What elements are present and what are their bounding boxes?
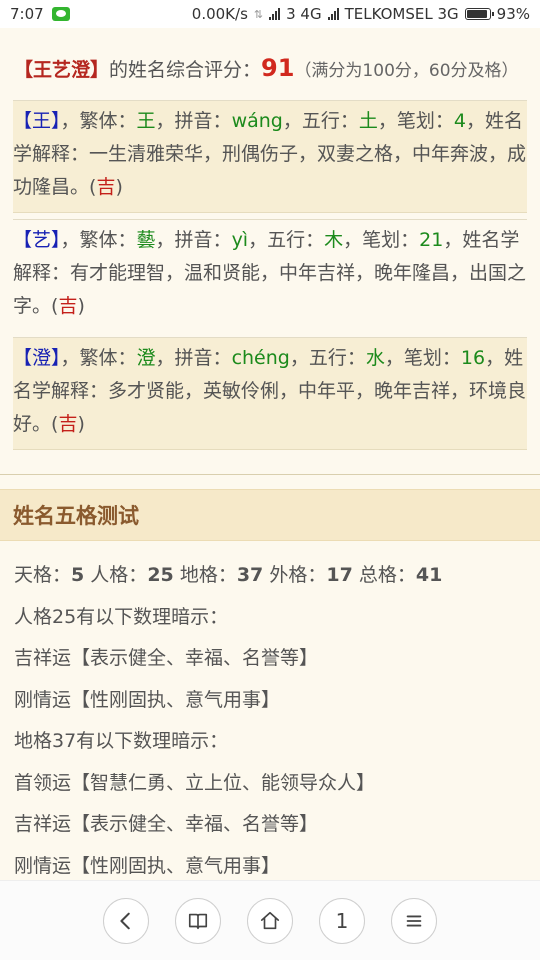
char-block-wang: 【王】，繁体：王，拼音：wáng，五行：土，笔划：4，姓名学解释：一生清雅荣华，…	[13, 100, 527, 213]
home-button[interactable]	[247, 897, 293, 944]
luck-value: 吉	[96, 176, 116, 198]
page-content[interactable]: 【王艺澄】的姓名综合评分：91（满分为100分，60分及格） 【王】，繁体：王，…	[0, 28, 540, 880]
menu-button[interactable]	[391, 897, 437, 944]
signal-icon	[269, 8, 281, 20]
separator: ，	[466, 110, 486, 132]
luck-value: 吉	[58, 295, 78, 317]
pinyin-value: chéng	[231, 347, 290, 369]
bookmarks-button[interactable]	[175, 897, 221, 944]
chevron-left-icon	[120, 912, 130, 929]
status-time: 7:07	[10, 5, 44, 23]
score-summary: 【王艺澄】的姓名综合评分：91（满分为100分，60分及格）	[0, 28, 540, 94]
trad-char: 澄	[136, 347, 156, 369]
wuxing-label: ，五行：	[248, 229, 325, 251]
data-arrows-icon: ⇅	[253, 7, 264, 21]
char-block-yi: 【艺】，繁体：藝，拼音：yì，五行：木，笔划：21，姓名学解释：有才能理智，温和…	[13, 219, 527, 331]
wuge-section: 天格：5 人格：25 地格：37 外格：17 总格：41 人格25有以下数理暗示…	[0, 541, 540, 880]
trad-char: 藝	[136, 229, 156, 251]
wuxing-value: 木	[324, 229, 344, 251]
trad-char: 王	[136, 110, 156, 132]
bihua-value: 4	[453, 110, 466, 132]
tian-label: 天格：	[14, 564, 72, 586]
carrier-name: TELKOMSEL 3G	[344, 5, 459, 23]
wuxing-label: ，五行：	[289, 347, 366, 369]
signal-icon-2	[327, 8, 339, 20]
wuge-section-title: 姓名五格测试	[0, 489, 540, 541]
separator: ，	[485, 347, 505, 369]
wai-label: 外格：	[269, 564, 327, 586]
battery-icon	[464, 8, 494, 20]
score-label: 的姓名综合评分：	[109, 59, 262, 81]
char-bracket: 【王】	[13, 110, 61, 132]
pinyin-label: ，拼音：	[155, 229, 232, 251]
network-type: 3 4G	[286, 5, 322, 23]
menu-icon	[406, 915, 422, 926]
bihua-label: ，笔划：	[343, 229, 420, 251]
trad-label: ，繁体：	[60, 347, 137, 369]
char-block-cheng: 【澄】，繁体：澄，拼音：chéng，五行：水，笔划：16，姓名学解释：多才贤能，…	[13, 337, 527, 450]
battery-level: 93%	[496, 5, 530, 23]
separator: ，	[443, 229, 463, 251]
luck-value: 吉	[58, 413, 78, 435]
wai-value: 17	[326, 564, 353, 586]
ren-hint: 人格25有以下数理暗示：	[14, 605, 229, 628]
char-bracket: 【艺】	[13, 229, 61, 251]
wuxing-value: 土	[358, 110, 378, 132]
wuxing-label: ，五行：	[282, 110, 359, 132]
network-speed: 0.00K/s	[191, 5, 248, 23]
di-hint: 地格37有以下数理暗示：	[14, 730, 229, 752]
ren-item: 刚情运【性刚固执、意气用事】	[14, 688, 281, 711]
pinyin-value: wáng	[231, 110, 283, 132]
wuge-values: 天格：5 人格：25 地格：37 外格：17 总格：41	[14, 555, 526, 597]
bihua-value: 21	[419, 229, 444, 251]
bihua-label: ，笔划：	[384, 347, 461, 369]
browser-nav-bar: 1	[0, 880, 540, 960]
pinyin-value: yì	[231, 229, 249, 251]
ren-label: 人格：	[90, 564, 148, 586]
di-value: 37	[236, 564, 264, 586]
name-highlight: 【王艺澄】	[14, 59, 110, 81]
pinyin-label: ，拼音：	[155, 347, 232, 369]
bihua-value: 16	[460, 347, 486, 369]
di-item: 吉祥运【表示健全、幸福、名誉等】	[14, 813, 319, 835]
wuxing-value: 水	[365, 347, 385, 369]
di-item: 首领运【智慧仁勇、立上位、能领导众人】	[14, 771, 376, 794]
zong-value: 41	[415, 564, 443, 586]
tian-value: 5	[71, 564, 85, 586]
home-icon	[260, 911, 280, 929]
score-note: （满分为100分，60分及格）	[294, 61, 519, 81]
book-icon	[188, 913, 208, 929]
status-bar: 7:07 0.00K/s ⇅ 3 4G TELKOMSEL 3G 93%	[0, 0, 540, 28]
bihua-label: ，笔划：	[377, 110, 454, 132]
tabs-count: 1	[335, 908, 349, 933]
section-divider	[0, 474, 540, 475]
char-bracket: 【澄】	[13, 347, 61, 369]
trad-label: ，繁体：	[60, 110, 137, 132]
wechat-icon	[51, 7, 70, 21]
di-item: 刚情运【性刚固执、意气用事】	[14, 854, 281, 877]
score-value: 91	[261, 54, 295, 82]
pinyin-label: ，拼音：	[155, 110, 232, 132]
ren-value: 25	[147, 564, 174, 586]
tabs-button[interactable]: 1	[319, 897, 365, 944]
back-button[interactable]	[103, 897, 149, 944]
zong-label: 总格：	[358, 564, 416, 586]
di-label: 地格：	[179, 564, 237, 586]
trad-label: ，繁体：	[60, 229, 137, 251]
ren-item: 吉祥运【表示健全、幸福、名誉等】	[14, 647, 319, 669]
